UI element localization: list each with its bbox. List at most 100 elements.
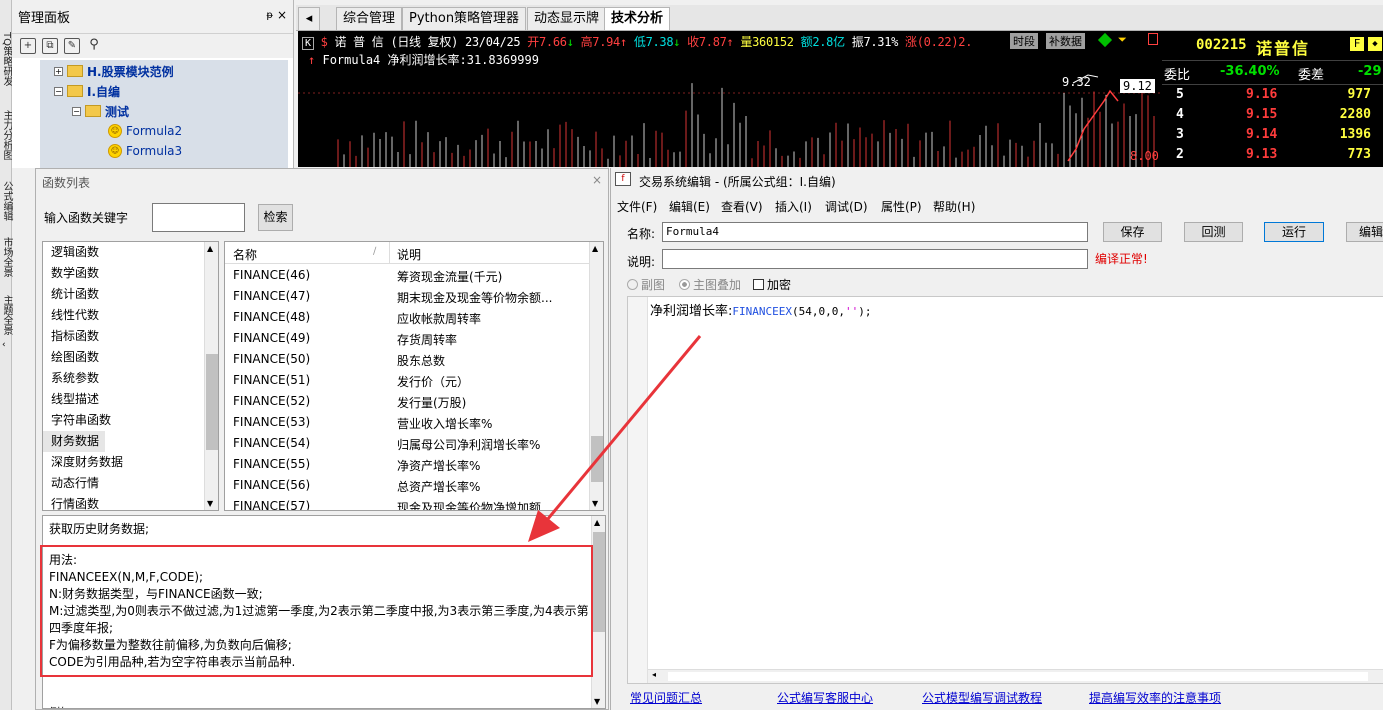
code-line-1: 净利润增长率:FINANCEEX(54,0,0,''); <box>650 304 872 319</box>
help-link[interactable]: 提高编写效率的注意事项 <box>1089 689 1221 706</box>
function-name: FINANCE(47) <box>233 289 311 303</box>
category-item[interactable]: 动态行情 <box>43 473 205 494</box>
menu-item[interactable]: 插入(I) <box>775 198 812 215</box>
chart-canvas <box>298 74 1162 167</box>
category-item[interactable]: 线型描述 <box>43 389 205 410</box>
tab-python[interactable]: Python策略管理器 <box>402 7 527 30</box>
category-item[interactable]: 字符串函数 <box>43 410 205 431</box>
help-links: 常见问题汇总 公式编写客服中心 公式模型编写调试教程 提高编写效率的注意事项 <box>611 689 1383 709</box>
tab-technical[interactable]: 技术分析 <box>604 7 671 30</box>
tree-node-test[interactable]: − 测试 <box>72 101 129 121</box>
annotation-arrow-icon <box>528 335 702 542</box>
tree-node-formula3[interactable]: ☺ Formula3 <box>108 141 182 161</box>
tree-node-i[interactable]: − I.自编 <box>54 81 120 101</box>
menu-item[interactable]: 属性(P) <box>881 198 922 215</box>
edit-icon[interactable]: ✎ <box>64 38 80 54</box>
tab-scroll-left-icon[interactable]: ◂ <box>298 7 320 30</box>
run-button[interactable]: 运行 <box>1264 222 1324 242</box>
menu-item[interactable]: 文件(F) <box>617 198 657 215</box>
save-button[interactable]: 保存 <box>1103 222 1162 242</box>
function-desc: 应收帐款周转率 <box>397 312 482 326</box>
category-scrollbar[interactable]: ▲ ▼ <box>204 242 218 510</box>
new-icon[interactable]: + <box>20 38 36 54</box>
expand-icon[interactable]: + <box>54 66 63 76</box>
desc-input[interactable] <box>662 249 1088 269</box>
help-link[interactable]: 公式编写客服中心 <box>777 689 873 706</box>
code-editor[interactable]: 净利润增长率:FINANCEEX(54,0,0,''); ◂ <box>627 296 1383 684</box>
search-icon[interactable]: ⚲ <box>86 38 102 54</box>
tree-node-formula2[interactable]: ☺ Formula2 <box>108 121 182 141</box>
function-row[interactable]: FINANCE(47) 期末现金及现金等价物余额... <box>225 286 589 307</box>
help-link[interactable]: 公式模型编写调试教程 <box>922 689 1042 706</box>
bid-ratio-row: 委比 -36.40% 委差 -29 <box>1162 61 1383 85</box>
price-label-800: 8.00 <box>1130 149 1159 163</box>
menu-bar: 文件(F) 编辑(E) 查看(V) 插入(I) 调试(D) 属性(P) 帮助(H) <box>611 194 1383 216</box>
vtab-formula[interactable]: 公式编辑 <box>0 176 12 226</box>
info-button[interactable]: ◆ <box>1368 37 1382 51</box>
category-item[interactable]: 行情函数 <box>43 494 205 510</box>
function-name: FINANCE(49) <box>233 331 311 345</box>
edit-button[interactable]: 编辑 <box>1346 222 1383 242</box>
category-item[interactable]: 数学函数 <box>43 263 205 284</box>
kline-chart[interactable]: K $ 诺 普 信 (日线 复权) 23/04/25 开7.66↓ 高7.94↑… <box>298 31 1162 167</box>
search-input[interactable] <box>152 203 245 232</box>
annotation-box <box>40 545 593 677</box>
copy-icon[interactable]: ⧉ <box>42 38 58 54</box>
close-icon[interactable]: × <box>592 173 602 187</box>
order-book-row[interactable]: 4 9.15 2280 <box>1162 105 1383 125</box>
opt-encrypt[interactable]: 加密 <box>753 276 791 293</box>
category-item[interactable]: 绘图函数 <box>43 347 205 368</box>
category-item[interactable]: 财务数据 <box>43 431 105 452</box>
order-book-row[interactable]: 2 9.13 773 <box>1162 145 1383 165</box>
function-name: FINANCE(48) <box>233 310 311 324</box>
smiley-icon: ☺ <box>108 124 122 138</box>
help-link[interactable]: 常见问题汇总 <box>630 689 702 706</box>
function-desc: 发行量(万股) <box>397 396 467 410</box>
menu-item[interactable]: 查看(V) <box>721 198 763 215</box>
function-row[interactable]: FINANCE(46) 筹资现金流量(千元) <box>225 265 589 286</box>
close-icon[interactable]: × <box>277 8 287 22</box>
menu-item[interactable]: 编辑(E) <box>669 198 710 215</box>
category-item[interactable]: 指标函数 <box>43 326 205 347</box>
tree-node-h[interactable]: + H.股票模块范例 <box>54 61 174 81</box>
function-desc: 存货周转率 <box>397 333 458 347</box>
backtest-button[interactable]: 回测 <box>1184 222 1243 242</box>
category-item[interactable]: 逻辑函数 <box>43 242 205 263</box>
tab-comprehensive[interactable]: 综合管理 <box>336 7 403 30</box>
order-book-row[interactable]: 3 9.14 1396 <box>1162 125 1383 145</box>
collapse-icon[interactable]: − <box>72 106 81 116</box>
left-vertical-tab-strip: TQ策略研发 主力分析图 公式编辑 市场全景 主题全景 ‹ <box>0 0 12 710</box>
formula-tree: + H.股票模块范例 − I.自编 − 测试 ☺ Formula2 ☺ Form… <box>40 60 288 168</box>
menu-item[interactable]: 帮助(H) <box>933 198 975 215</box>
editor-h-scrollbar[interactable]: ◂ <box>648 669 1383 683</box>
category-item[interactable]: 统计函数 <box>43 284 205 305</box>
collapse-icon[interactable]: − <box>54 86 63 96</box>
col-desc-header[interactable]: 说明 <box>397 246 421 263</box>
name-input[interactable]: Formula4 <box>662 222 1088 242</box>
pin-icon[interactable]: ᵽ <box>266 10 273 21</box>
category-list[interactable]: 逻辑函数 数学函数 统计函数 线性代数 指标函数 绘图函数 系统参数 线型描述 字符串函数 财务数… <box>42 241 219 511</box>
tab-dynamic[interactable]: 动态显示牌 <box>527 7 607 30</box>
vtab-tq[interactable]: TQ策略研发 <box>0 24 12 94</box>
category-item[interactable]: 线性代数 <box>43 305 205 326</box>
collapse-arrow-icon[interactable]: ‹ <box>2 340 6 350</box>
function-name: FINANCE(55) <box>233 457 311 471</box>
function-row[interactable]: FINANCE(48) 应收帐款周转率 <box>225 307 589 328</box>
help-summary: 获取历史财务数据; <box>49 522 150 536</box>
menu-item[interactable]: 调试(D) <box>825 198 868 215</box>
function-desc: 总资产增长率% <box>397 480 481 494</box>
order-book-row[interactable]: 5 9.16 977 <box>1162 85 1383 105</box>
price-label-912: 9.12 <box>1120 79 1155 93</box>
col-name-header[interactable]: 名称 <box>233 246 257 263</box>
opt-subchart[interactable]: 副图 <box>627 276 665 293</box>
search-button[interactable]: 检索 <box>258 204 293 231</box>
category-item[interactable]: 深度财务数据 <box>43 452 205 473</box>
function-table-header: 名称 ∕ 说明 <box>225 242 589 264</box>
desc-label: 说明: <box>627 255 656 269</box>
f10-button[interactable]: F <box>1350 37 1364 51</box>
category-item[interactable]: 系统参数 <box>43 368 205 389</box>
vtab-theme[interactable]: 主题全景 <box>0 290 12 340</box>
vtab-market[interactable]: 市场全景 <box>0 232 12 282</box>
opt-main-overlay[interactable]: 主图叠加 <box>679 276 741 293</box>
vtab-main-analysis[interactable]: 主力分析图 <box>0 100 12 170</box>
